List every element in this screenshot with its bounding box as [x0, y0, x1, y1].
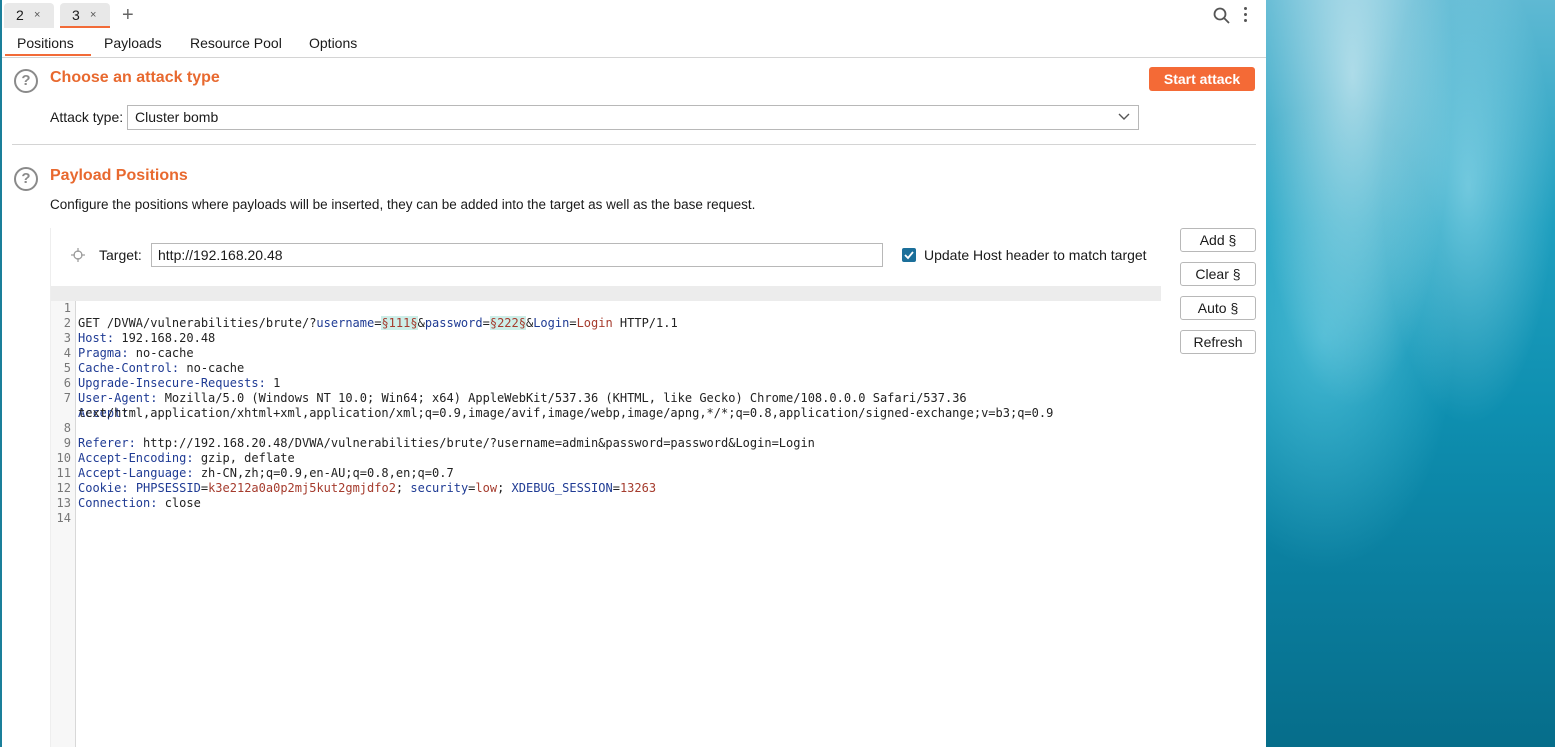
tab-payloads[interactable]: Payloads: [104, 35, 162, 51]
code-line: 8 Referer: http://192.168.20.48/DVWA/vul…: [51, 406, 1161, 450]
more-icon[interactable]: [1243, 7, 1249, 25]
target-input[interactable]: http://192.168.20.48: [151, 243, 883, 267]
code-line-wrap: text/html,application/xhtml+xml,applicat…: [51, 391, 1161, 420]
refresh-button[interactable]: Refresh: [1180, 330, 1256, 354]
close-icon[interactable]: ×: [34, 3, 40, 28]
add-marker-button[interactable]: Add §: [1180, 228, 1256, 252]
search-icon[interactable]: [1212, 6, 1232, 26]
attack-type-title: Choose an attack type: [50, 69, 220, 86]
section-divider: [12, 144, 1256, 145]
tab-3[interactable]: 3 ×: [60, 3, 110, 28]
code-line: 6 User-Agent: Mozilla/5.0 (Windows NT 10…: [51, 361, 1161, 405]
payload-positions-title: Payload Positions: [50, 167, 188, 184]
attack-type-select[interactable]: Cluster bomb: [127, 105, 1139, 130]
tab-positions[interactable]: Positions: [17, 35, 74, 51]
attack-type-label: Attack type:: [50, 109, 124, 125]
target-row: Target: http://192.168.20.48 Update Host…: [51, 228, 1171, 283]
code-line: 4 Cache-Control: no-cache: [51, 331, 1161, 375]
code-line: 12 Connection: close: [51, 466, 1161, 510]
help-icon[interactable]: ?: [14, 167, 38, 191]
tab-resource-pool[interactable]: Resource Pool: [190, 35, 282, 51]
target-value: http://192.168.20.48: [158, 247, 283, 263]
active-tab-indicator: [5, 54, 91, 56]
code-line: 5 Upgrade-Insecure-Requests: 1: [51, 346, 1161, 390]
tab-label: 3: [72, 7, 80, 23]
code-line: 2 Host: 192.168.20.48: [51, 301, 1161, 345]
code-line: 3 Pragma: no-cache: [51, 316, 1161, 360]
start-attack-button[interactable]: Start attack: [1149, 67, 1255, 91]
request-code[interactable]: 1 GET /DVWA/vulnerabilities/brute/?usern…: [51, 286, 1161, 525]
tab-options[interactable]: Options: [309, 35, 357, 51]
update-host-label: Update Host header to match target: [924, 247, 1147, 263]
code-line: 9 Accept-Encoding: gzip, deflate: [51, 421, 1161, 465]
subtab-bar: Positions Payloads Resource Pool Options: [2, 31, 1266, 58]
tab-label: 2: [16, 7, 24, 23]
update-host-checkbox[interactable]: [902, 248, 916, 262]
intruder-window: 2 × 3 × + Positions Payloads Resource Po…: [2, 0, 1266, 747]
crosshair-icon: [71, 248, 85, 262]
code-line: 10 Accept-Language: zh-CN,zh;q=0.9,en-AU…: [51, 436, 1161, 480]
payload-positions-description: Configure the positions where payloads w…: [50, 197, 756, 212]
code-line: 7 Accept:: [51, 376, 1161, 420]
attack-type-value: Cluster bomb: [135, 109, 219, 125]
request-editor: Target: http://192.168.20.48 Update Host…: [50, 228, 1171, 747]
chevron-down-icon: [1118, 113, 1130, 120]
tab-bar: 2 × 3 × +: [2, 0, 1266, 31]
target-label: Target:: [99, 247, 142, 263]
code-line: 11 Cookie: PHPSESSID=k3e212a0a0p2mj5kut2…: [51, 451, 1161, 495]
desktop-wallpaper: [1266, 0, 1555, 747]
add-tab-button[interactable]: +: [122, 4, 134, 27]
auto-markers-button[interactable]: Auto §: [1180, 296, 1256, 320]
clear-markers-button[interactable]: Clear §: [1180, 262, 1256, 286]
code-line: 14: [51, 496, 1161, 525]
help-icon[interactable]: ?: [14, 69, 38, 93]
code-line: 1 GET /DVWA/vulnerabilities/brute/?usern…: [51, 286, 1161, 330]
line-number: 14: [56, 511, 71, 525]
tab-2[interactable]: 2 ×: [4, 3, 54, 28]
code-line: 13: [51, 481, 1161, 510]
check-icon: [904, 251, 914, 260]
close-icon[interactable]: ×: [90, 3, 96, 28]
